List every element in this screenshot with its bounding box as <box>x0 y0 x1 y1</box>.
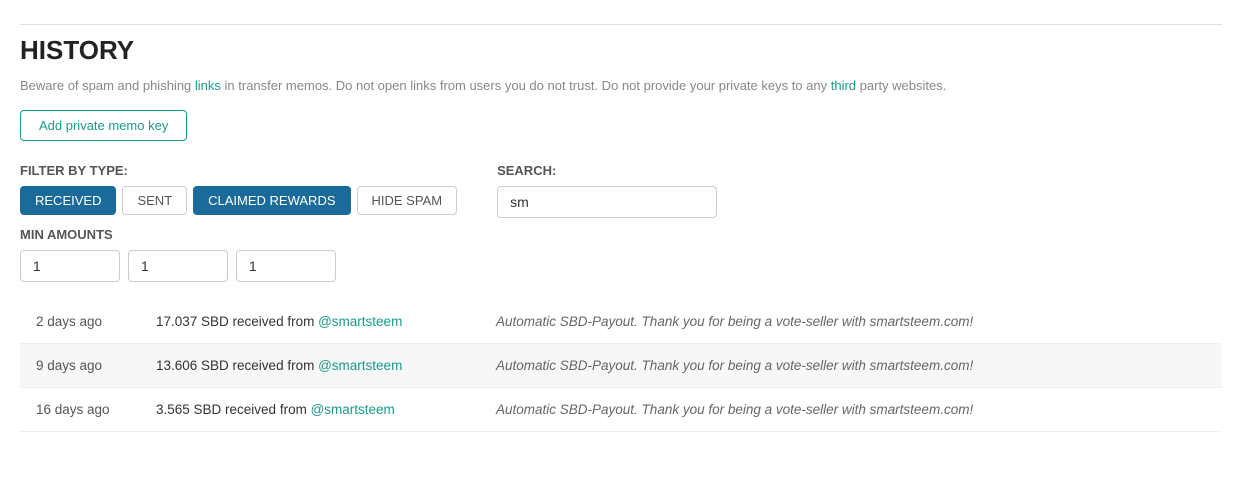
date-cell: 16 days ago <box>20 387 140 431</box>
min-amounts-section: MIN AMOUNTS <box>20 227 1222 282</box>
search-group: SEARCH: <box>497 163 717 218</box>
search-input[interactable] <box>497 186 717 218</box>
user-link[interactable]: @smartsteem <box>311 402 395 417</box>
add-memo-key-button[interactable]: Add private memo key <box>20 110 187 141</box>
warning-link-third[interactable]: third <box>831 78 856 93</box>
search-label: SEARCH: <box>497 163 717 178</box>
table-row: 2 days ago 17.037 SBD received from @sma… <box>20 300 1222 344</box>
page-title: HISTORY <box>20 35 1222 66</box>
table-row: 9 days ago 13.606 SBD received from @sma… <box>20 343 1222 387</box>
memo-cell: Automatic SBD-Payout. Thank you for bein… <box>480 343 1222 387</box>
date-cell: 9 days ago <box>20 343 140 387</box>
min-amount-input-3[interactable] <box>236 250 336 282</box>
history-table: 2 days ago 17.037 SBD received from @sma… <box>20 300 1222 432</box>
warning-text: Beware of spam and phishing links in tra… <box>20 76 1222 96</box>
date-cell: 2 days ago <box>20 300 140 344</box>
user-link[interactable]: @smartsteem <box>318 314 402 329</box>
min-inputs-row <box>20 250 1222 282</box>
filter-hide-spam-button[interactable]: HIDE SPAM <box>357 186 458 215</box>
filter-by-type-group: FILTER BY TYPE: RECEIVED SENT CLAIMED RE… <box>20 163 457 227</box>
filter-sent-button[interactable]: SENT <box>122 186 187 215</box>
table-row: 16 days ago 3.565 SBD received from @sma… <box>20 387 1222 431</box>
amount-cell: 3.565 SBD received from @smartsteem <box>140 387 480 431</box>
filter-received-button[interactable]: RECEIVED <box>20 186 116 215</box>
filter-buttons-row: RECEIVED SENT CLAIMED REWARDS HIDE SPAM <box>20 186 457 215</box>
amount-cell: 13.606 SBD received from @smartsteem <box>140 343 480 387</box>
amount-cell: 17.037 SBD received from @smartsteem <box>140 300 480 344</box>
memo-cell: Automatic SBD-Payout. Thank you for bein… <box>480 300 1222 344</box>
filter-by-type-label: FILTER BY TYPE: <box>20 163 457 178</box>
filter-claimed-rewards-button[interactable]: CLAIMED REWARDS <box>193 186 350 215</box>
min-amount-input-2[interactable] <box>128 250 228 282</box>
min-amounts-label: MIN AMOUNTS <box>20 227 1222 242</box>
user-link[interactable]: @smartsteem <box>318 358 402 373</box>
min-amount-input-1[interactable] <box>20 250 120 282</box>
memo-cell: Automatic SBD-Payout. Thank you for bein… <box>480 387 1222 431</box>
warning-link-links[interactable]: links <box>195 78 221 93</box>
